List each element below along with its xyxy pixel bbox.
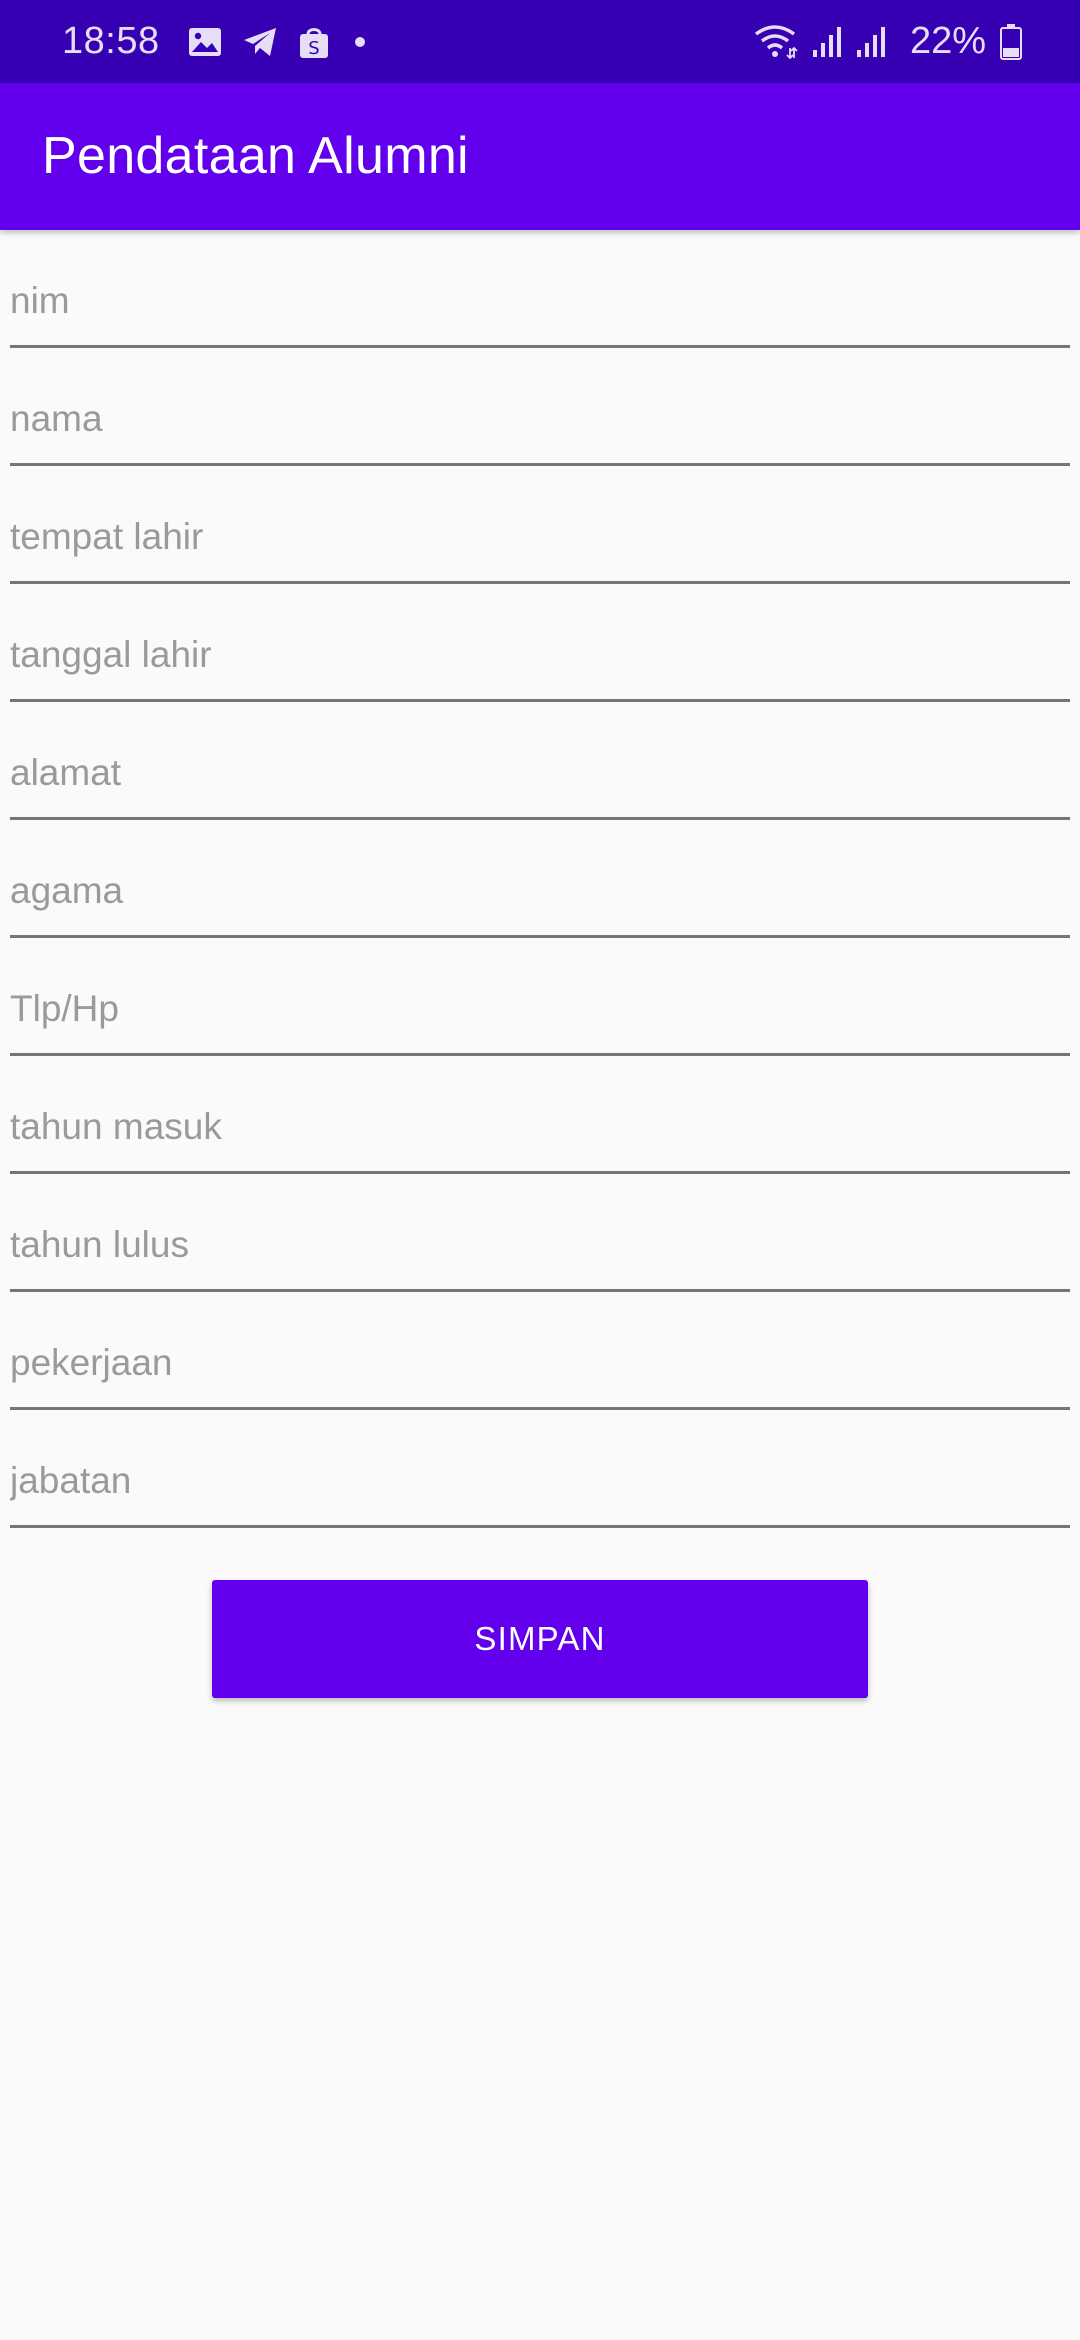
nama-input[interactable]: [10, 386, 1070, 466]
status-bar-right: 22%: [754, 0, 1022, 83]
page-title: Pendataan Alumni: [42, 127, 469, 185]
status-bar-left: 18:58 S: [62, 0, 370, 83]
nim-input[interactable]: [10, 268, 1070, 348]
agama-field-container: [10, 820, 1070, 938]
app-bar: Pendataan Alumni: [0, 83, 1080, 230]
shop-bag-icon: S: [298, 25, 330, 59]
status-time: 18:58: [62, 20, 160, 62]
phone-field-container: [10, 938, 1070, 1056]
jabatan-input[interactable]: [10, 1448, 1070, 1528]
dot-icon: [350, 32, 370, 52]
svg-text:S: S: [308, 38, 319, 59]
telegram-icon: [242, 26, 278, 58]
jabatan-field-container: [10, 1410, 1070, 1528]
battery-percent: 22%: [909, 20, 986, 62]
tempat-lahir-input[interactable]: [10, 504, 1070, 584]
save-button[interactable]: SIMPAN: [212, 1580, 868, 1698]
tempat-lahir-field-container: [10, 466, 1070, 584]
nama-field-container: [10, 348, 1070, 466]
phone-input[interactable]: [10, 976, 1070, 1056]
image-icon: [188, 27, 222, 57]
alamat-input[interactable]: [10, 740, 1070, 820]
tanggal-lahir-input[interactable]: [10, 622, 1070, 702]
tanggal-lahir-field-container: [10, 584, 1070, 702]
wifi-icon: [754, 24, 798, 60]
tahun-lulus-field-container: [10, 1174, 1070, 1292]
tahun-lulus-input[interactable]: [10, 1212, 1070, 1292]
signal-icon: [812, 26, 842, 58]
tahun-masuk-input[interactable]: [10, 1094, 1070, 1174]
alamat-field-container: [10, 702, 1070, 820]
pekerjaan-input[interactable]: [10, 1330, 1070, 1410]
agama-input[interactable]: [10, 858, 1070, 938]
tahun-masuk-field-container: [10, 1056, 1070, 1174]
signal-icon: [856, 26, 886, 58]
pekerjaan-field-container: [10, 1292, 1070, 1410]
nim-field-container: [10, 230, 1070, 348]
battery-icon: [1000, 23, 1022, 60]
status-bar: 18:58 S 22%: [0, 0, 1080, 83]
